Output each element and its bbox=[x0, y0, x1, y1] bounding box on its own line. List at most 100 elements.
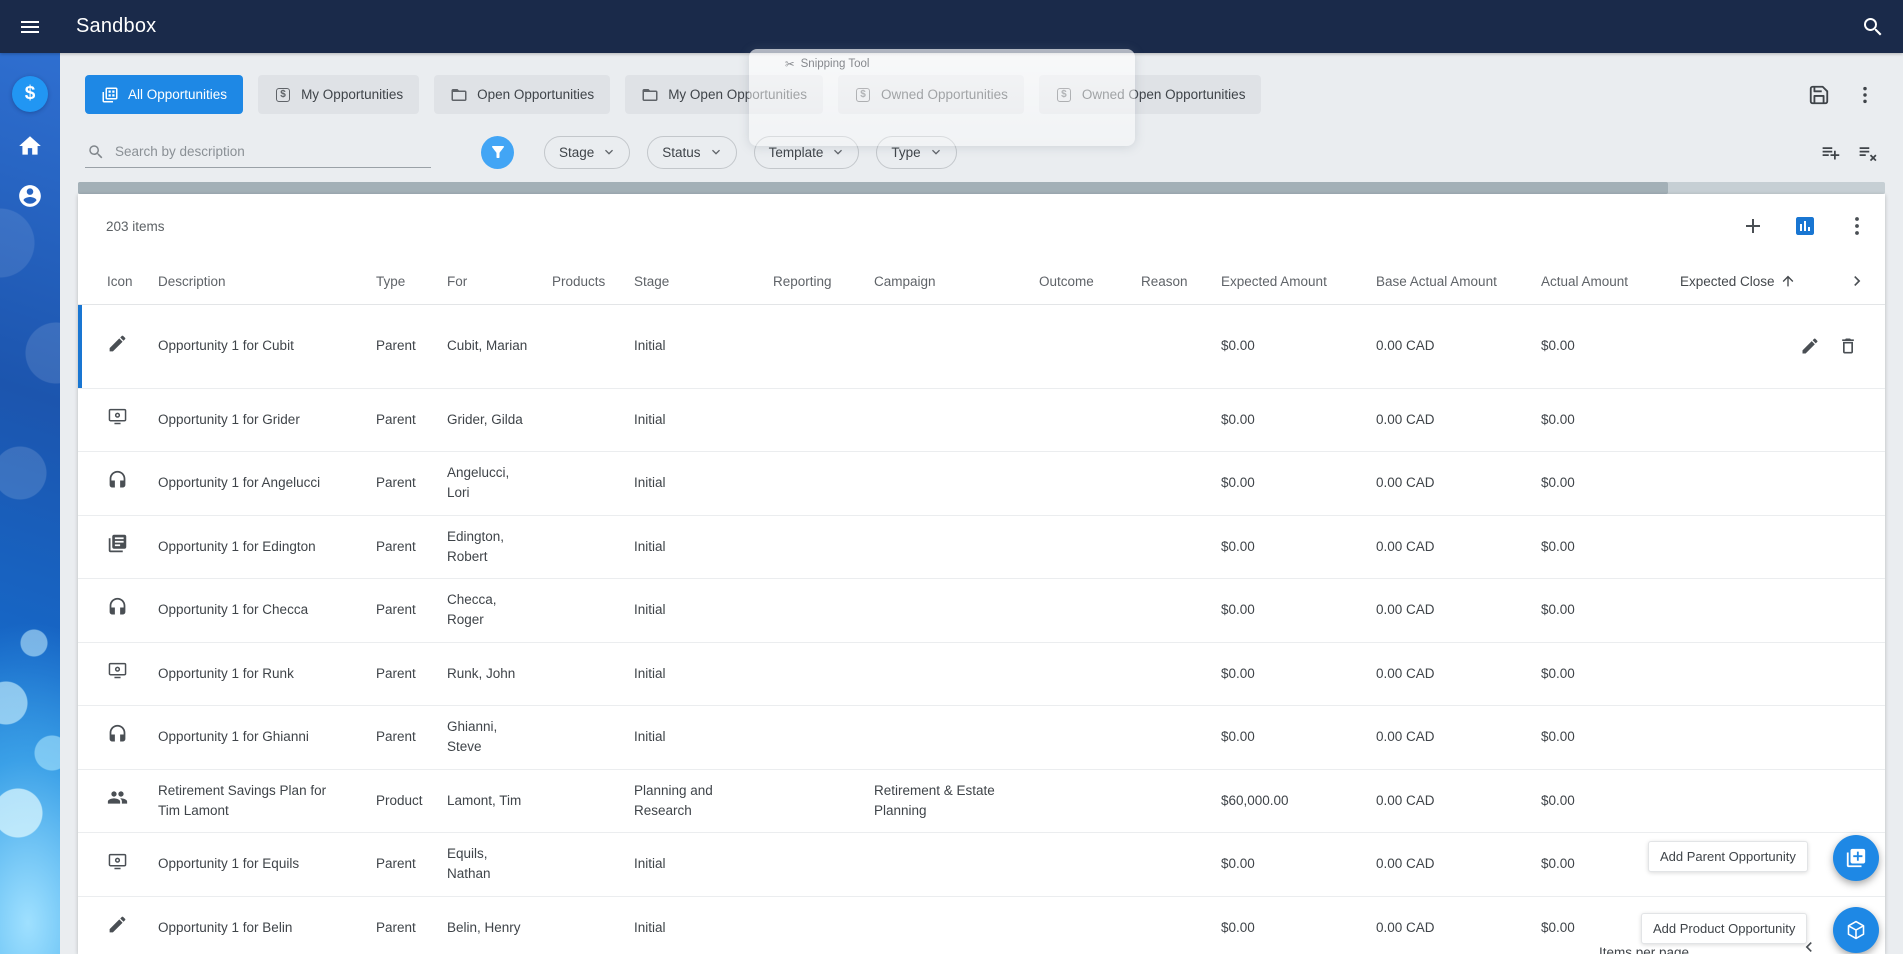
col-icon[interactable]: Icon bbox=[107, 274, 158, 289]
col-expected-amount[interactable]: Expected Amount bbox=[1221, 274, 1376, 289]
scrollbar-thumb[interactable] bbox=[78, 182, 1669, 194]
add-button[interactable] bbox=[1741, 214, 1765, 238]
col-reason[interactable]: Reason bbox=[1141, 274, 1221, 289]
col-base-actual-amount[interactable]: Base Actual Amount bbox=[1376, 274, 1541, 289]
row-actions-cell bbox=[1800, 717, 1885, 758]
row-type-icon bbox=[107, 470, 128, 491]
cell-actual-amount: $0.00 bbox=[1541, 792, 1575, 808]
table-body: Opportunity 1 for Cubit Parent Cubit, Ma… bbox=[78, 305, 1885, 954]
items-count: 203 items bbox=[106, 218, 165, 234]
table-row[interactable]: Opportunity 1 for Grider Parent Grider, … bbox=[78, 388, 1885, 452]
row-actions-cell bbox=[1800, 463, 1885, 504]
filter-button[interactable] bbox=[481, 135, 514, 169]
table-row[interactable]: Opportunity 1 for Ghianni Parent Ghianni… bbox=[78, 706, 1885, 770]
table-row[interactable]: Opportunity 1 for Equils Parent Equils, … bbox=[78, 833, 1885, 897]
row-actions-cell bbox=[1800, 654, 1885, 695]
cell-base-actual-amount: 0.00 CAD bbox=[1376, 856, 1435, 872]
sidebar-item-home[interactable] bbox=[8, 124, 52, 168]
view-tab-label: Open Opportunities bbox=[477, 87, 595, 102]
cell-actual-amount: $0.00 bbox=[1541, 538, 1575, 554]
cell-base-actual-amount: 0.00 CAD bbox=[1376, 338, 1435, 354]
cell-expected-amount: $0.00 bbox=[1221, 602, 1255, 618]
chevron-down-icon bbox=[708, 144, 724, 160]
add-parent-opportunity-fab[interactable] bbox=[1833, 835, 1879, 881]
col-type[interactable]: Type bbox=[376, 274, 447, 289]
view-tab-label: All Opportunities bbox=[128, 87, 228, 102]
table-row[interactable]: Opportunity 1 for Cubit Parent Cubit, Ma… bbox=[78, 305, 1885, 389]
view-tab-open-opportunities[interactable]: Open Opportunities bbox=[434, 75, 611, 114]
menu-button[interactable] bbox=[18, 15, 42, 39]
playlist-add-button[interactable] bbox=[1820, 142, 1841, 163]
row-icon-cell bbox=[107, 851, 158, 878]
app-title: Sandbox bbox=[76, 15, 157, 37]
cell-stage: Initial bbox=[634, 856, 666, 872]
scroll-columns-right-button[interactable] bbox=[1847, 271, 1885, 291]
chevron-down-icon bbox=[928, 144, 944, 160]
table-row[interactable]: Opportunity 1 for Angelucci Parent Angel… bbox=[78, 452, 1885, 516]
row-actions-cell bbox=[1800, 316, 1885, 377]
cell-actual-amount: $0.00 bbox=[1541, 665, 1575, 681]
views-more-button[interactable] bbox=[1854, 84, 1876, 106]
edit-row-button[interactable] bbox=[1800, 336, 1820, 356]
col-products[interactable]: Products bbox=[552, 274, 634, 289]
cell-expected-amount: $0.00 bbox=[1221, 729, 1255, 745]
search-input[interactable] bbox=[115, 144, 429, 159]
cell-stage: Initial bbox=[634, 411, 666, 427]
fab-tooltip-add-parent: Add Parent Opportunity bbox=[1648, 841, 1808, 872]
horizontal-scrollbar[interactable] bbox=[78, 182, 1885, 194]
col-campaign[interactable]: Campaign bbox=[874, 274, 1039, 289]
add-parent-icon bbox=[1845, 847, 1867, 869]
cell-for: Runk, John bbox=[447, 665, 516, 681]
table-row[interactable]: Retirement Savings Plan for Tim Lamont P… bbox=[78, 769, 1885, 833]
chart-view-button[interactable] bbox=[1793, 214, 1817, 238]
view-tab-icon bbox=[641, 86, 659, 104]
sidebar-item-profile[interactable] bbox=[8, 174, 52, 218]
bar-chart-icon bbox=[1793, 214, 1817, 238]
playlist-remove-icon bbox=[1857, 142, 1878, 163]
cell-for: Grider, Gilda bbox=[447, 411, 523, 427]
table-more-button[interactable] bbox=[1845, 214, 1869, 238]
cell-stage: Initial bbox=[634, 729, 666, 745]
cell-for: Angelucci, Lori bbox=[447, 465, 510, 501]
table-row[interactable]: Opportunity 1 for Edington Parent Edingt… bbox=[78, 515, 1885, 579]
col-expected-close[interactable]: Expected Close bbox=[1680, 273, 1800, 289]
filter-dropdown-status[interactable]: Status bbox=[647, 135, 737, 169]
filter-icon bbox=[489, 143, 507, 161]
cell-actual-amount: $0.00 bbox=[1541, 602, 1575, 618]
col-outcome[interactable]: Outcome bbox=[1039, 274, 1141, 289]
global-search-button[interactable] bbox=[1861, 15, 1885, 39]
table-toolbar: 203 items bbox=[78, 194, 1885, 258]
playlist-remove-button[interactable] bbox=[1857, 142, 1878, 163]
col-description[interactable]: Description bbox=[158, 274, 376, 289]
view-tab-icon: $ bbox=[274, 86, 292, 104]
cell-for: Edington, Robert bbox=[447, 528, 505, 564]
col-reporting[interactable]: Reporting bbox=[773, 274, 874, 289]
col-stage[interactable]: Stage bbox=[634, 274, 773, 289]
menu-icon bbox=[18, 15, 42, 39]
cell-stage: Planning and Research bbox=[634, 782, 713, 818]
save-view-button[interactable] bbox=[1808, 84, 1830, 106]
filter-dropdown-stage[interactable]: Stage bbox=[544, 135, 631, 169]
view-tab-my-opportunities[interactable]: $ My Opportunities bbox=[258, 75, 420, 114]
cell-type: Parent bbox=[376, 919, 416, 935]
cell-description: Opportunity 1 for Equils bbox=[158, 856, 300, 872]
delete-row-button[interactable] bbox=[1838, 336, 1858, 356]
col-actual-amount[interactable]: Actual Amount bbox=[1541, 274, 1680, 289]
sidebar-item-opportunities[interactable]: $ bbox=[8, 72, 52, 116]
table-row[interactable]: Opportunity 1 for Checca Parent Checca, … bbox=[78, 579, 1885, 643]
dollar-icon: $ bbox=[12, 76, 48, 112]
col-expected-close-label: Expected Close bbox=[1680, 273, 1775, 289]
cell-type: Product bbox=[376, 792, 423, 808]
add-product-opportunity-fab[interactable] bbox=[1833, 907, 1879, 953]
table-row[interactable]: Opportunity 1 for Runk Parent Runk, John… bbox=[78, 642, 1885, 706]
home-icon bbox=[17, 133, 43, 159]
cell-stage: Initial bbox=[634, 602, 666, 618]
save-icon bbox=[1808, 84, 1830, 106]
cell-type: Parent bbox=[376, 411, 416, 427]
col-for[interactable]: For bbox=[447, 274, 552, 289]
person-icon bbox=[17, 183, 43, 209]
view-tab-all-opportunities[interactable]: All Opportunities bbox=[85, 75, 244, 114]
cell-type: Parent bbox=[376, 538, 416, 554]
table-header: Icon Description Type For Products Stage… bbox=[78, 258, 1885, 305]
cell-description: Opportunity 1 for Edington bbox=[158, 538, 316, 554]
